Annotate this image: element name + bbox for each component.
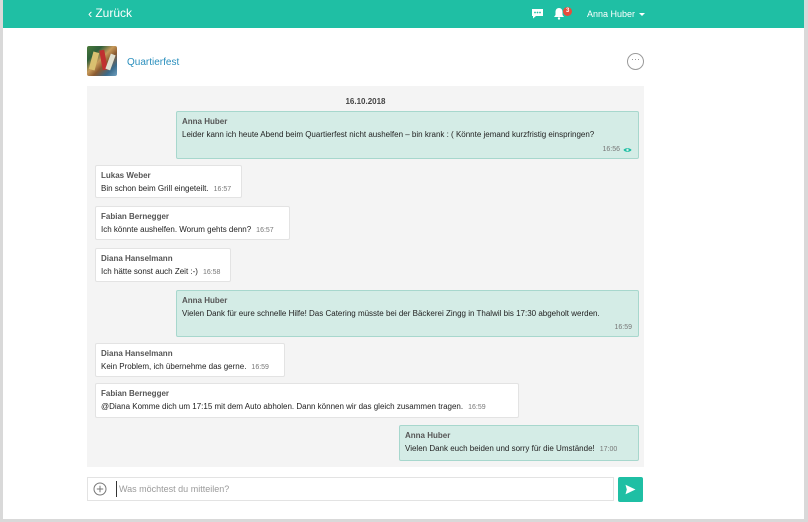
message-text: Ich könnte aushelfen. Worum gehts denn? [101, 225, 252, 234]
seen-eye-icon [623, 147, 632, 152]
message-text: Kein Problem, ich übernehme das gerne. [101, 362, 247, 371]
group-avatar [87, 46, 117, 76]
more-options-icon[interactable]: ··· [627, 53, 644, 70]
message-sender: Diana Hanselmann [101, 254, 173, 263]
add-attachment-icon[interactable] [93, 482, 107, 496]
chat-bubble-icon[interactable] [531, 8, 544, 19]
message-other: Lukas Weber Bin schon beim Grill eingete… [95, 165, 242, 198]
message-other: Diana Hanselmann Ich hätte sonst auch Ze… [95, 248, 231, 282]
message-other: Fabian Bernegger Ich könnte aushelfen. W… [95, 206, 290, 240]
date-separator: 16.10.2018 [345, 97, 386, 106]
message-own: Anna Huber Vielen Dank euch beiden und s… [399, 425, 639, 461]
group-header: Quartierfest ··· [87, 46, 647, 78]
app-frame: ‹ Zurück 3 Anna Huber Quartierfest ··· 1… [3, 0, 804, 519]
message-time: 16:56 [602, 146, 620, 153]
message-other: Diana Hanselmann Kein Problem, ich übern… [95, 343, 285, 377]
message-own: Anna Huber Leider kann ich heute Abend b… [176, 111, 639, 159]
message-other: Fabian Bernegger @Diana Komme dich um 17… [95, 383, 519, 418]
caret-down-icon [639, 12, 646, 16]
message-time: 16:59 [251, 364, 269, 371]
message-sender: Diana Hanselmann [101, 349, 173, 358]
message-sender: Anna Huber [405, 431, 451, 440]
send-icon [625, 484, 636, 495]
message-time: 16:59 [468, 404, 486, 411]
message-text: Bin schon beim Grill eingeteilt. [101, 184, 209, 193]
message-text: Ich hätte sonst auch Zeit :-) [101, 267, 198, 276]
user-name: Anna Huber [587, 9, 636, 19]
message-time: 17:00 [599, 446, 618, 453]
top-bar: ‹ Zurück 3 Anna Huber [3, 0, 804, 28]
message-time: 16:57 [213, 186, 232, 193]
message-sender: Anna Huber [182, 296, 228, 305]
message-text: Vielen Dank euch beiden und sorry für di… [405, 444, 595, 453]
message-time: 16:57 [256, 227, 274, 234]
message-time: 16:59 [614, 324, 632, 331]
notification-badge: 3 [563, 7, 573, 16]
message-text: Vielen Dank für eure schnelle Hilfe! Das… [182, 309, 600, 318]
message-time: 16:58 [202, 269, 221, 276]
message-own: Anna Huber Vielen Dank für eure schnelle… [176, 290, 639, 337]
back-label: Zurück [95, 6, 133, 20]
user-menu[interactable]: Anna Huber [587, 9, 646, 19]
message-composer [87, 477, 614, 501]
message-sender: Fabian Bernegger [101, 212, 170, 221]
group-name[interactable]: Quartierfest [127, 57, 179, 68]
message-text: @Diana Komme dich um 17:15 mit dem Auto … [101, 402, 464, 411]
back-button[interactable]: ‹ Zurück [88, 6, 132, 20]
message-text: Leider kann ich heute Abend beim Quartie… [182, 130, 595, 139]
chevron-left-icon: ‹ [88, 5, 93, 21]
message-sender: Lukas Weber [101, 171, 151, 180]
message-sender: Fabian Bernegger [101, 389, 170, 398]
message-sender: Anna Huber [182, 117, 228, 126]
chat-area: 16.10.2018 Anna Huber Leider kann ich he… [87, 86, 644, 467]
message-input[interactable] [116, 481, 606, 497]
send-button[interactable] [618, 477, 643, 502]
